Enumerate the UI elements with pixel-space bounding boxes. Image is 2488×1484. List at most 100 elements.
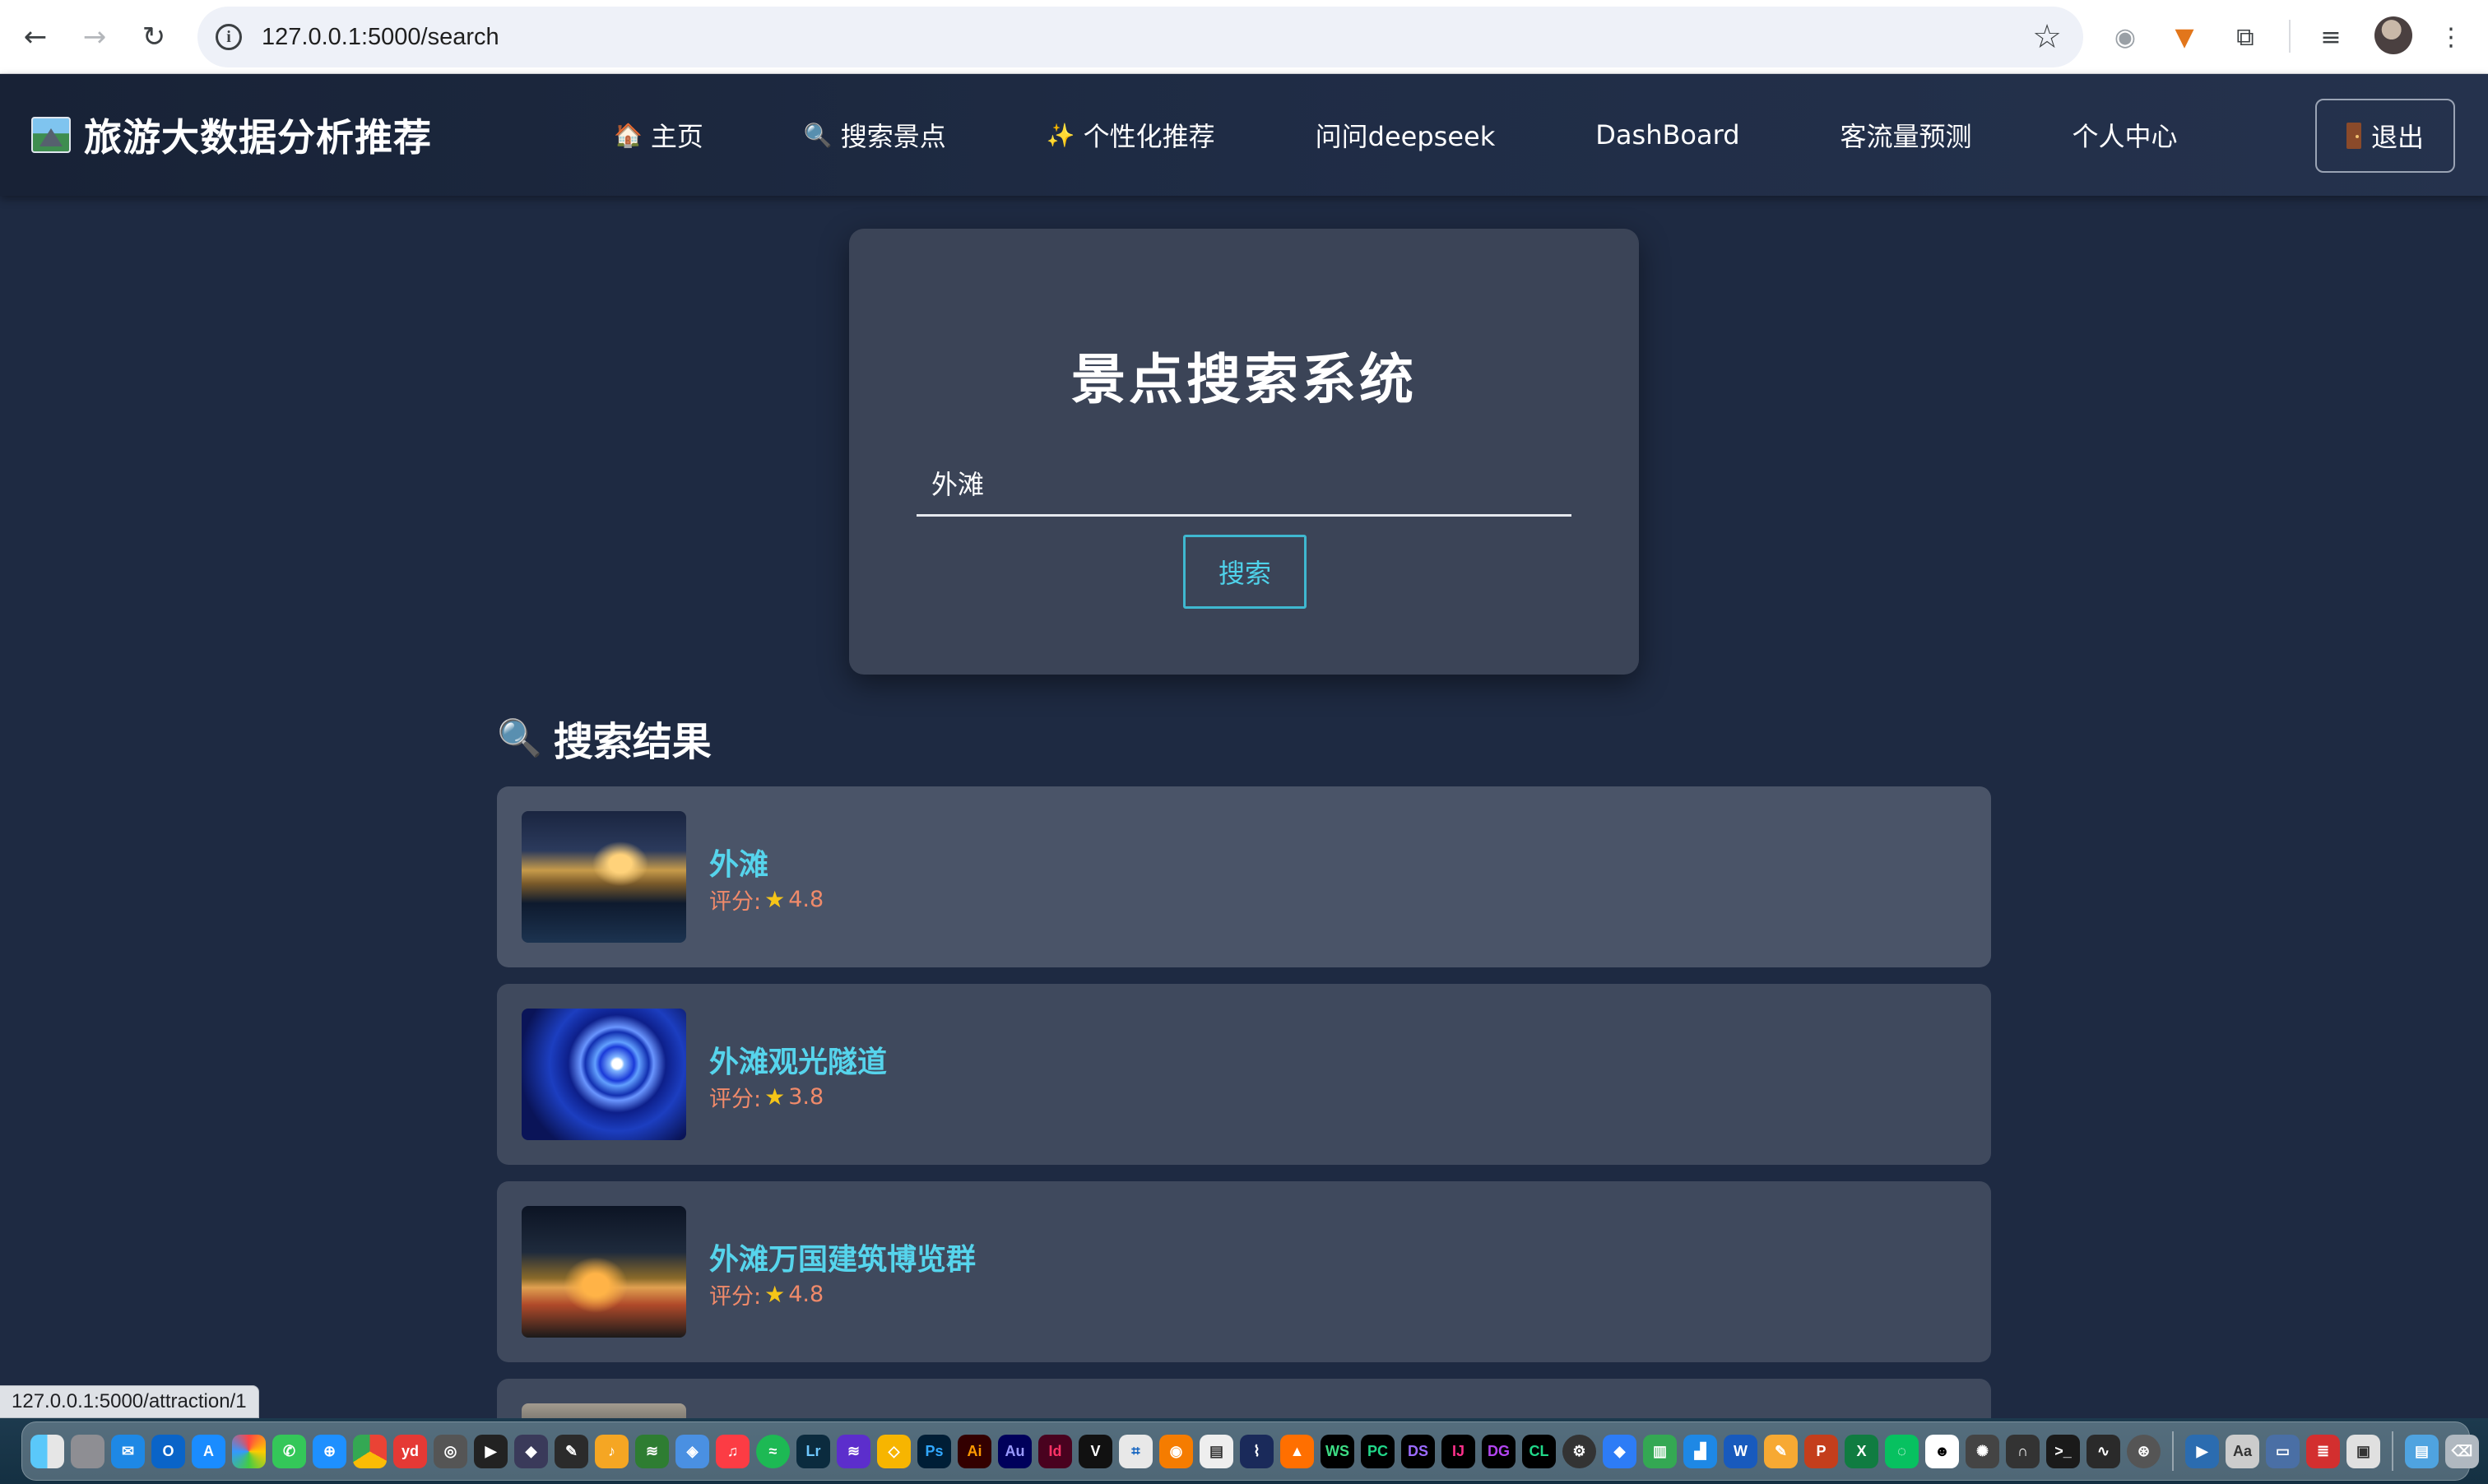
vim-icon[interactable]: V xyxy=(1079,1434,1112,1468)
app-icon[interactable]: ✎ xyxy=(555,1434,588,1468)
app-icon[interactable]: ▤ xyxy=(1200,1434,1233,1468)
search-input[interactable] xyxy=(917,451,1571,517)
datagrip-icon[interactable]: DG xyxy=(1482,1434,1516,1468)
app-icon[interactable]: ≣ xyxy=(2306,1434,2340,1468)
address-url[interactable]: 127.0.0.1:5000/search xyxy=(262,24,499,51)
result-name[interactable]: 外滩万国建筑博览群 xyxy=(709,1236,976,1278)
davinci-icon[interactable]: ◆ xyxy=(514,1434,548,1468)
extension-metamask-icon[interactable]: ▼ xyxy=(2165,18,2203,56)
app-icon[interactable]: ⊛ xyxy=(2127,1434,2161,1468)
pages-icon[interactable]: ✎ xyxy=(1764,1434,1798,1468)
nav-link-home[interactable]: 🏠 主页 xyxy=(614,116,703,154)
dock-separator xyxy=(2172,1431,2174,1471)
music-icon[interactable]: ♫ xyxy=(716,1434,750,1468)
nav-link-forecast[interactable]: 客流量预测 xyxy=(1840,116,1972,154)
chrome-icon[interactable] xyxy=(353,1434,387,1468)
search-title: 景点搜索系统 xyxy=(1071,348,1417,411)
app-icon[interactable]: ▣ xyxy=(2346,1434,2380,1468)
result-item[interactable]: 外滩万国建筑博览群 评分: ★ 4.8 xyxy=(497,1181,1991,1362)
logout-button[interactable]: 退出 xyxy=(2315,99,2455,173)
terminal-icon[interactable]: >_ xyxy=(2046,1434,2080,1468)
result-item[interactable]: 外滩观光隧道 评分: ★ 3.8 xyxy=(497,984,1991,1165)
app-icon[interactable]: ≋ xyxy=(635,1434,669,1468)
media-controls-icon[interactable]: ≡ xyxy=(2312,18,2350,56)
app-icon[interactable]: ≋ xyxy=(837,1434,870,1468)
profile-avatar[interactable] xyxy=(2374,16,2412,54)
wechat-icon[interactable]: ◌ xyxy=(1885,1434,1919,1468)
dataspell-icon[interactable]: DS xyxy=(1401,1434,1435,1468)
app-icon[interactable]: ♪ xyxy=(595,1434,629,1468)
pycharm-icon[interactable]: PC xyxy=(1361,1434,1395,1468)
screenshot-icon[interactable]: ◎ xyxy=(434,1434,467,1468)
photoshop-icon[interactable]: Ps xyxy=(917,1434,951,1468)
result-item[interactable]: 外滩 评分: ★ 4.8 xyxy=(497,786,1991,967)
final-cut-icon[interactable]: ▶ xyxy=(474,1434,508,1468)
youdao-icon[interactable]: yd xyxy=(393,1434,427,1468)
score-value: 4.8 xyxy=(788,887,824,912)
intellij-icon[interactable]: IJ xyxy=(1441,1434,1475,1468)
nav-link-label: 个性化推荐 xyxy=(1083,121,1215,152)
app-icon[interactable]: ∩ xyxy=(2006,1434,2040,1468)
trash-icon[interactable]: ⌫ xyxy=(2445,1434,2479,1468)
brand[interactable]: 旅游大数据分析推荐 xyxy=(31,107,432,163)
extensions-puzzle-icon[interactable]: ⧉ xyxy=(2226,18,2264,56)
app-icon[interactable]: ⌗ xyxy=(1119,1434,1153,1468)
finder-icon[interactable] xyxy=(30,1434,64,1468)
matlab-icon[interactable]: ▲ xyxy=(1280,1434,1314,1468)
nav-link-dashboard[interactable]: DashBoard xyxy=(1595,119,1739,151)
quicktime-icon[interactable]: ▶ xyxy=(2185,1434,2219,1468)
app-store-icon[interactable]: A xyxy=(192,1434,225,1468)
blender-icon[interactable]: ◉ xyxy=(1159,1434,1193,1468)
search-button[interactable]: 搜索 xyxy=(1183,535,1307,609)
address-bar[interactable]: i 127.0.0.1:5000/search ☆ xyxy=(197,7,2083,67)
result-name[interactable]: 外滩 xyxy=(709,841,768,883)
more-menu-icon[interactable]: ⋮ xyxy=(2432,18,2470,56)
mail-icon[interactable]: ✉ xyxy=(111,1434,145,1468)
excel-icon[interactable]: X xyxy=(1845,1434,1878,1468)
brand-title: 旅游大数据分析推荐 xyxy=(84,115,432,160)
webstorm-icon[interactable]: WS xyxy=(1321,1434,1354,1468)
nav-link-deepseek[interactable]: 问问deepseek xyxy=(1316,116,1496,154)
vpn-icon[interactable]: ◈ xyxy=(675,1434,709,1468)
mysql-workbench-icon[interactable]: ⌇ xyxy=(1240,1434,1274,1468)
app-icon[interactable]: ⚙ xyxy=(1562,1434,1596,1468)
safari-icon[interactable]: ⊕ xyxy=(313,1434,346,1468)
result-thumbnail[interactable] xyxy=(522,1206,686,1338)
photos-icon[interactable] xyxy=(232,1434,266,1468)
chatgpt-icon[interactable]: ✺ xyxy=(1966,1434,1999,1468)
forward-arrow-icon[interactable]: → xyxy=(74,16,115,58)
app-icon[interactable]: ◆ xyxy=(1603,1434,1636,1468)
bookmark-star-icon[interactable]: ☆ xyxy=(2032,18,2062,56)
back-arrow-icon[interactable]: ← xyxy=(15,16,56,58)
activity-monitor-icon[interactable]: ∿ xyxy=(2086,1434,2120,1468)
audition-icon[interactable]: Au xyxy=(998,1434,1032,1468)
clion-icon[interactable]: CL xyxy=(1522,1434,1556,1468)
messages-icon[interactable]: ✆ xyxy=(272,1434,306,1468)
qq-icon[interactable]: ☻ xyxy=(1925,1434,1959,1468)
nav-link-profile[interactable]: 个人中心 xyxy=(2073,116,2178,154)
downloads-folder-icon[interactable]: ▤ xyxy=(2405,1434,2439,1468)
outlook-icon[interactable]: O xyxy=(151,1434,185,1468)
lightroom-icon[interactable]: Lr xyxy=(796,1434,830,1468)
result-thumbnail[interactable] xyxy=(522,811,686,943)
result-name[interactable]: 外滩观光隧道 xyxy=(709,1038,887,1081)
extension-weibo-icon[interactable]: ◉ xyxy=(2106,18,2144,56)
numbers-icon[interactable]: ▥ xyxy=(1643,1434,1677,1468)
dock-separator xyxy=(2392,1431,2393,1471)
word-icon[interactable]: W xyxy=(1724,1434,1757,1468)
powerpoint-icon[interactable]: P xyxy=(1804,1434,1838,1468)
result-thumbnail[interactable] xyxy=(522,1009,686,1140)
star-icon: ★ xyxy=(764,1083,786,1111)
launchpad-icon[interactable] xyxy=(71,1434,104,1468)
app-icon[interactable]: ▭ xyxy=(2266,1434,2300,1468)
illustrator-icon[interactable]: Ai xyxy=(958,1434,991,1468)
keynote-icon[interactable]: ▟ xyxy=(1683,1434,1717,1468)
sketch-icon[interactable]: ◇ xyxy=(877,1434,911,1468)
preview-icon[interactable]: Aa xyxy=(2226,1434,2259,1468)
nav-link-search[interactable]: 🔍 搜索景点 xyxy=(804,116,946,154)
indesign-icon[interactable]: Id xyxy=(1038,1434,1072,1468)
site-info-icon[interactable]: i xyxy=(216,24,242,50)
spotify-icon[interactable]: ≈ xyxy=(756,1434,790,1468)
reload-icon[interactable]: ↻ xyxy=(133,16,174,58)
nav-link-recommend[interactable]: ✨ 个性化推荐 xyxy=(1047,116,1215,154)
